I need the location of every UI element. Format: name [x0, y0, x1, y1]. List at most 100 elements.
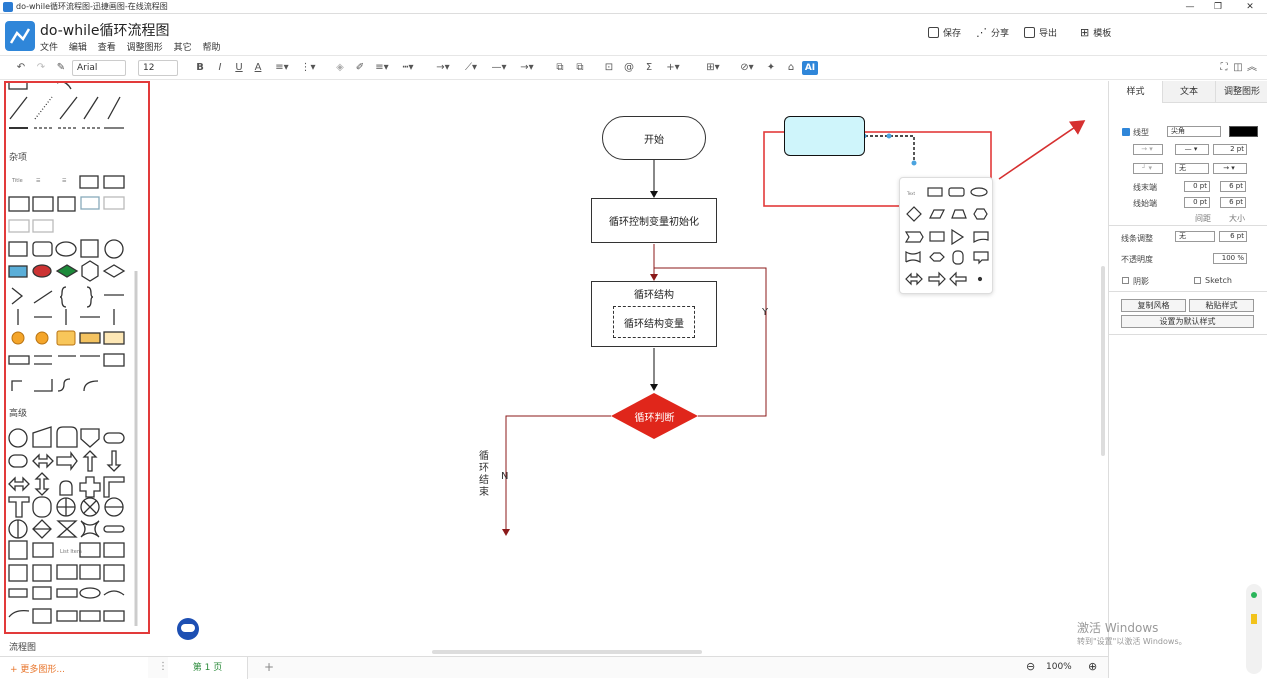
- shape-style-icon[interactable]: ⊘▾: [736, 61, 758, 75]
- export-button[interactable]: 导出: [1024, 26, 1057, 39]
- line-adjust-select[interactable]: 无: [1175, 231, 1215, 242]
- format-painter-icon[interactable]: ✎: [54, 61, 68, 75]
- assistant-robot-icon[interactable]: [177, 618, 199, 640]
- format-panel-icon[interactable]: ◫: [1232, 61, 1244, 75]
- template-button[interactable]: ⊞ 模板: [1080, 26, 1111, 39]
- to-back-icon[interactable]: ⧉: [573, 61, 587, 75]
- ai-button[interactable]: AI: [802, 61, 818, 75]
- list-icon[interactable]: ⋮▾: [300, 61, 316, 75]
- end-spacing-input[interactable]: 0 pt: [1184, 181, 1210, 192]
- close-icon[interactable]: ✕: [1240, 0, 1260, 14]
- diagram-canvas[interactable]: 开始 循环控制变量初始化 循环结构 循环结构变量 循环判断 Y N 循环结束: [150, 81, 1107, 656]
- corner-select[interactable]: 尖角: [1167, 126, 1221, 137]
- menu-view[interactable]: 查看: [98, 43, 116, 53]
- add-page-icon[interactable]: +: [264, 660, 274, 674]
- copy-style-button[interactable]: 复制风格: [1121, 299, 1186, 312]
- zoom-in-icon[interactable]: ⊕: [1088, 660, 1097, 673]
- line-dash-icon[interactable]: ┅▾: [398, 61, 418, 75]
- more-shapes-link[interactable]: + 更多图形...: [10, 662, 65, 675]
- window-title: do-while循环流程图-迅捷画图-在线流程图: [16, 2, 168, 11]
- maximize-icon[interactable]: ❐: [1208, 0, 1228, 14]
- end-size-input[interactable]: 6 pt: [1220, 181, 1246, 192]
- page-menu-icon[interactable]: ⋮: [158, 661, 168, 672]
- menu-help[interactable]: 帮助: [202, 43, 220, 53]
- font-color-button[interactable]: A: [252, 61, 264, 75]
- page-tab[interactable]: 第 1 页: [168, 657, 248, 679]
- format-panel: 样式 文本 调整图形 线型 尖角 → ▾ — ▾ 2 pt ┘ ▾ 无 → ▾ …: [1077, 81, 1267, 678]
- insert-icon[interactable]: +▾: [662, 61, 684, 75]
- template-icon: ⊞: [1080, 26, 1090, 39]
- line-start-select[interactable]: → ▾: [1133, 144, 1163, 155]
- align-icon[interactable]: ≡▾: [272, 61, 292, 75]
- line-adjust-label: 线条调整: [1121, 234, 1153, 243]
- line-width-icon[interactable]: ≡▾: [372, 61, 392, 75]
- line-color-swatch[interactable]: [1229, 126, 1258, 137]
- save-button[interactable]: 保存: [928, 26, 961, 39]
- condition-label[interactable]: 循环判断: [611, 409, 698, 424]
- quick-shape-grid[interactable]: Text: [900, 178, 994, 295]
- line-checkbox[interactable]: [1122, 128, 1130, 136]
- line-start-icon[interactable]: —▾: [488, 61, 510, 75]
- menu-other[interactable]: 其它: [174, 43, 192, 53]
- pin-icon[interactable]: ✦: [764, 61, 778, 75]
- section-misc-label[interactable]: 杂项: [9, 150, 27, 163]
- document-title[interactable]: do-while循环流程图: [40, 20, 169, 40]
- share-button[interactable]: ⋰ 分享: [976, 26, 1009, 39]
- undo-icon[interactable]: ↶: [14, 61, 28, 75]
- init-node[interactable]: 循环控制变量初始化: [591, 198, 717, 243]
- menu-adjust[interactable]: 调整图形: [127, 43, 163, 53]
- loop-var-node[interactable]: 循环结构变量: [613, 306, 695, 338]
- line-width-input[interactable]: 2 pt: [1213, 144, 1247, 155]
- connector-icon[interactable]: →▾: [432, 61, 454, 75]
- selected-node[interactable]: [784, 116, 865, 156]
- status-widget[interactable]: [1246, 584, 1262, 674]
- section-advanced-label[interactable]: 高级: [9, 406, 27, 419]
- waypoint-icon[interactable]: ⟋▾: [460, 61, 482, 75]
- end-label[interactable]: 循环结束: [479, 451, 491, 499]
- zoom-out-icon[interactable]: ⊖: [1026, 660, 1035, 673]
- menu-edit[interactable]: 编辑: [69, 43, 87, 53]
- fullscreen-icon[interactable]: ⛶: [1218, 61, 1230, 75]
- underline-button[interactable]: U: [233, 61, 245, 75]
- edit-link-icon[interactable]: ⊡: [602, 61, 616, 75]
- font-select[interactable]: Arial: [72, 60, 126, 76]
- shape-palette[interactable]: Title ☰ ☰ List Item: [0, 81, 148, 656]
- redo-icon[interactable]: ↷: [34, 61, 48, 75]
- set-default-style-button[interactable]: 设置为默认样式: [1121, 315, 1254, 328]
- collapse-icon[interactable]: ︽: [1246, 61, 1258, 75]
- tab-text[interactable]: 文本: [1162, 81, 1215, 103]
- line-adjust-input[interactable]: 6 pt: [1219, 231, 1247, 242]
- opacity-input[interactable]: 100 %: [1213, 253, 1247, 264]
- section-flowchart-label[interactable]: 流程图: [9, 640, 36, 653]
- formula-icon[interactable]: Σ: [642, 61, 656, 75]
- yes-label: Y: [762, 307, 769, 318]
- line-pattern-select[interactable]: — ▾: [1175, 144, 1209, 155]
- font-size-select[interactable]: 12: [138, 60, 178, 76]
- start-spacing-input[interactable]: 0 pt: [1184, 197, 1210, 208]
- zoom-level[interactable]: 100%: [1046, 662, 1072, 672]
- start-size-input[interactable]: 6 pt: [1220, 197, 1246, 208]
- shirt-icon[interactable]: ⌂: [784, 61, 798, 75]
- minimize-icon[interactable]: —: [1180, 0, 1200, 14]
- table-icon[interactable]: ⊞▾: [702, 61, 724, 75]
- start-node[interactable]: 开始: [602, 116, 706, 160]
- arrow-style-select[interactable]: 无: [1175, 163, 1209, 174]
- shadow-checkbox[interactable]: [1122, 277, 1129, 284]
- link-icon[interactable]: @: [622, 61, 636, 75]
- sketch-checkbox[interactable]: [1194, 277, 1201, 284]
- horizontal-scrollbar[interactable]: [432, 650, 702, 654]
- menu-file[interactable]: 文件: [40, 43, 58, 53]
- tab-style[interactable]: 样式: [1109, 81, 1162, 103]
- bold-button[interactable]: B: [194, 61, 206, 75]
- line-end-icon[interactable]: →▾: [516, 61, 538, 75]
- vertical-scrollbar[interactable]: [1101, 266, 1105, 456]
- app-icon: [3, 2, 13, 12]
- italic-button[interactable]: I: [214, 61, 226, 75]
- paste-style-button[interactable]: 粘贴样式: [1189, 299, 1254, 312]
- fill-color-icon[interactable]: ◈: [332, 61, 348, 75]
- to-front-icon[interactable]: ⧉: [553, 61, 567, 75]
- waypoint-select[interactable]: ┘ ▾: [1133, 163, 1163, 174]
- arrow-end-select[interactable]: → ▾: [1213, 163, 1247, 174]
- tab-arrange[interactable]: 调整图形: [1215, 81, 1267, 103]
- line-color-icon[interactable]: ✐: [352, 61, 368, 75]
